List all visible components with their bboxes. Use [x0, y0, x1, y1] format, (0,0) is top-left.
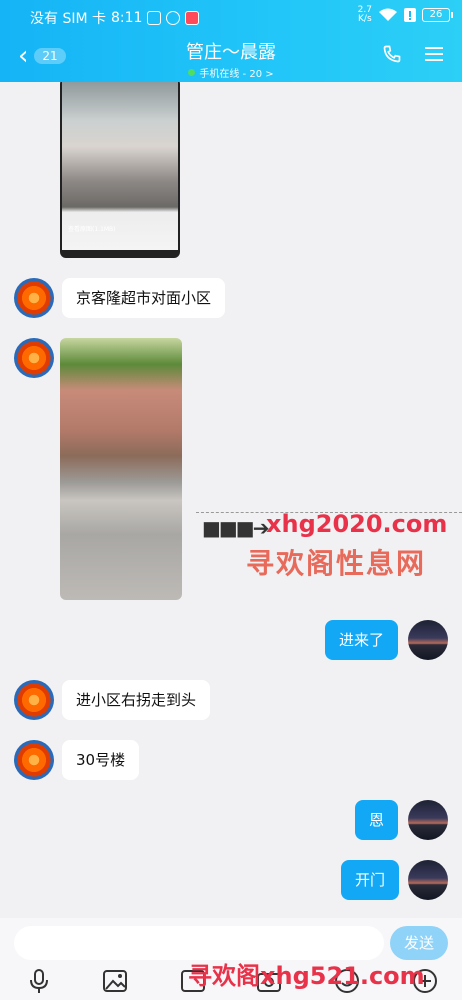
online-status: 手机在线 - 20 > [120, 65, 342, 80]
contact-avatar[interactable] [14, 740, 54, 780]
back-button[interactable]: ‹ 21 [18, 41, 66, 71]
unread-count-badge: 21 [34, 48, 66, 64]
incoming-message-bubble[interactable]: 30号楼 [62, 740, 140, 780]
watermark-site-name: 寻欢阁性息网 [246, 547, 427, 580]
outgoing-message-bubble[interactable]: 进来了 [325, 620, 399, 660]
contact-avatar[interactable] [14, 338, 54, 378]
notification-red-icon [185, 11, 200, 25]
contact-title[interactable]: 管庄～晨露 手机在线 - 20 > [120, 38, 342, 80]
image-message[interactable] [60, 338, 182, 600]
net-speed: 2.7 K/s [358, 6, 372, 24]
my-avatar[interactable] [408, 800, 448, 840]
send-button[interactable]: 发送 [390, 926, 448, 960]
input-bar: 发送 寻欢阁xhg521.com [0, 918, 462, 1000]
phone-icon[interactable] [382, 44, 402, 64]
message-list[interactable]: 查看原图(1.1MB) 京客隆超市对面小区 寻欢阁性息网 ■■■➔ xhg202… [0, 82, 462, 918]
online-dot-icon [188, 69, 196, 76]
alert-icon [404, 8, 416, 22]
watermark-url: xhg2020.com [266, 510, 448, 538]
incoming-message-bubble[interactable]: 京客隆超市对面小区 [62, 278, 226, 318]
wifi-icon [379, 8, 397, 21]
notification-app-icon [147, 11, 162, 25]
carrier-text: 没有 SIM 卡 [30, 11, 106, 27]
watermark-arrow-icon: ■■■➔ [202, 516, 269, 540]
outgoing-message-bubble[interactable]: 开门 [341, 860, 400, 900]
chat-header: 没有 SIM 卡 8:11 2.7 K/s 26 ‹ 21 管庄～晨露 手机在线… [0, 0, 462, 82]
net-speed-unit: K/s [358, 14, 372, 24]
image-caption: 查看原图(1.1MB) [68, 226, 116, 233]
image-icon[interactable] [102, 968, 128, 994]
menu-icon[interactable] [424, 45, 444, 63]
contact-name: 管庄～晨露 [186, 42, 276, 63]
my-avatar[interactable] [408, 620, 448, 660]
contact-avatar[interactable] [14, 680, 54, 720]
status-bar: 没有 SIM 卡 8:11 2.7 K/s 26 [0, 0, 462, 32]
online-status-text: 手机在线 - 20 > [199, 69, 274, 80]
back-chevron-icon: ‹ [18, 41, 29, 71]
contact-avatar[interactable] [14, 278, 54, 318]
clock-text: 8:11 [111, 10, 143, 26]
message-input[interactable] [14, 926, 384, 960]
image-message[interactable]: 查看原图(1.1MB) [60, 82, 180, 258]
my-avatar[interactable] [408, 860, 448, 900]
outgoing-message-bubble[interactable]: 恩 [355, 800, 399, 840]
mic-icon[interactable] [26, 968, 52, 994]
battery-indicator: 26 [422, 8, 453, 22]
title-bar: ‹ 21 管庄～晨露 手机在线 - 20 > [0, 32, 462, 82]
notification-ball-icon [166, 11, 181, 25]
incoming-message-bubble[interactable]: 进小区右拐走到头 [62, 680, 211, 720]
watermark-bottom: 寻欢阁xhg521.com [188, 962, 425, 990]
